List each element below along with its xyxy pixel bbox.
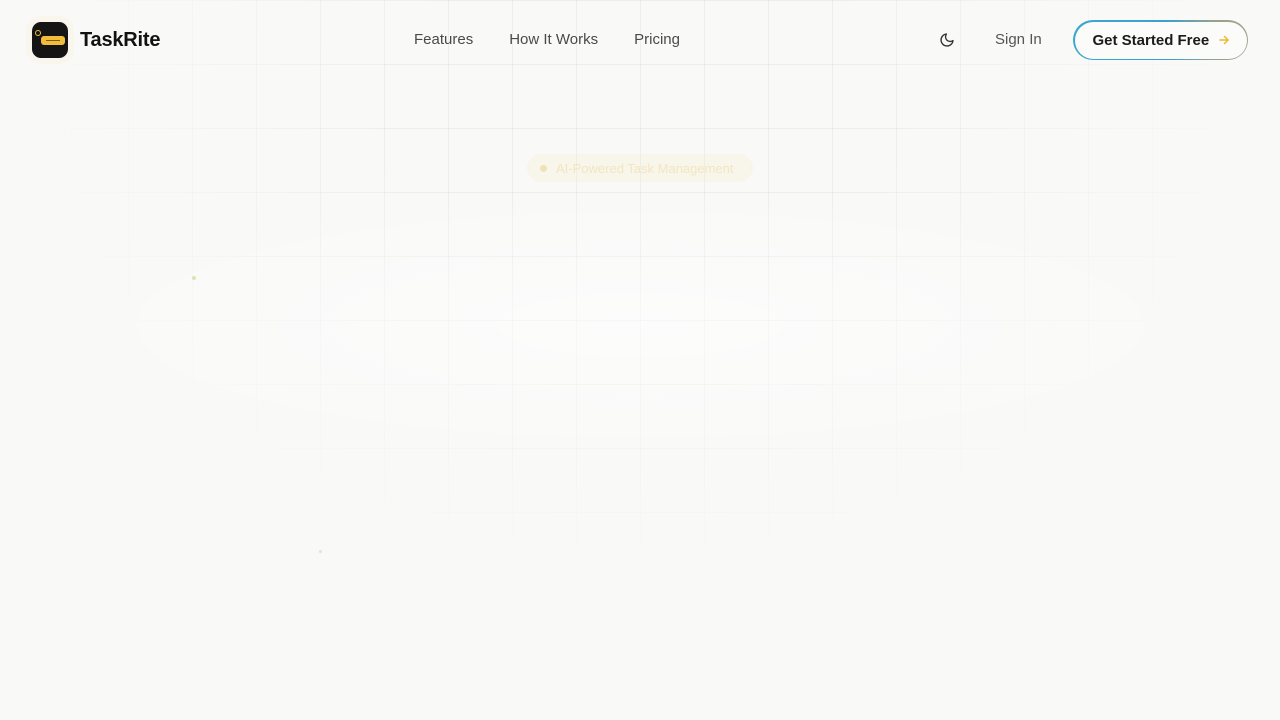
sparkle-icon bbox=[540, 164, 547, 172]
arrow-right-icon bbox=[1217, 33, 1231, 47]
hero-badge: AI-Powered Task Management bbox=[527, 154, 753, 182]
sign-in-link[interactable]: Sign In bbox=[995, 31, 1042, 48]
hero-badge-label: AI-Powered Task Management bbox=[556, 160, 734, 176]
taskrite-logo-icon bbox=[32, 22, 68, 58]
main-nav: Features How It Works Pricing bbox=[414, 31, 680, 48]
get-started-label: Get Started Free bbox=[1092, 31, 1210, 49]
top-navbar: TaskRite Features How It Works Pricing S… bbox=[0, 0, 1280, 80]
get-started-button[interactable]: Get Started Free bbox=[1073, 20, 1248, 60]
decorative-dot bbox=[192, 276, 196, 280]
theme-toggle-button[interactable] bbox=[934, 27, 960, 53]
moon-icon bbox=[940, 33, 954, 47]
decorative-dot bbox=[319, 550, 322, 553]
hero-glow bbox=[40, 190, 1240, 460]
nav-link-pricing[interactable]: Pricing bbox=[634, 31, 680, 48]
landing-page: TaskRite Features How It Works Pricing S… bbox=[0, 0, 1280, 720]
nav-link-how-it-works[interactable]: How It Works bbox=[509, 31, 598, 48]
brand-name: TaskRite bbox=[80, 28, 161, 51]
brand-logo-link[interactable]: TaskRite bbox=[32, 22, 160, 58]
nav-link-features[interactable]: Features bbox=[414, 31, 473, 48]
